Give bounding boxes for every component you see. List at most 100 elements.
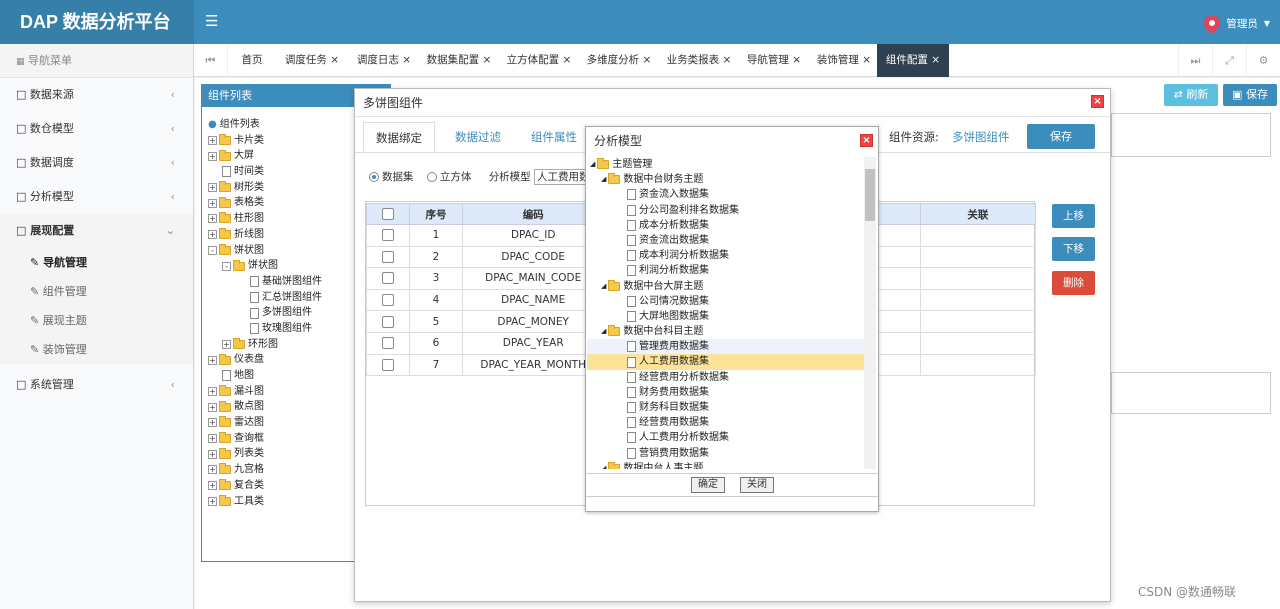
cell-relation[interactable] bbox=[919, 331, 1037, 355]
tab-schedule-task[interactable]: 调度任务 × bbox=[280, 44, 344, 77]
row-checkbox[interactable] bbox=[382, 358, 395, 371]
sidebar-item-data-source[interactable]: □ 数据来源 ‹ bbox=[0, 78, 193, 112]
cell-relation[interactable] bbox=[919, 353, 1037, 377]
tree-leaf[interactable]: 营销费用数据集 bbox=[587, 446, 864, 461]
tree-node[interactable]: + 树形类 bbox=[208, 180, 322, 196]
tab-scroll-right-icon[interactable]: ⏭ bbox=[1178, 44, 1212, 77]
tree-leaf[interactable]: 公司情况数据集 bbox=[587, 294, 864, 309]
close-icon[interactable]: × bbox=[862, 54, 871, 66]
close-button[interactable]: 关闭 bbox=[740, 477, 774, 493]
row-checkbox[interactable] bbox=[382, 272, 395, 285]
radio-cube[interactable] bbox=[426, 172, 437, 182]
modal-close-icon[interactable]: × bbox=[1091, 95, 1104, 108]
scrollbar-thumb[interactable] bbox=[865, 169, 875, 221]
sidebar-item-warehouse[interactable]: □ 数仓模型 ‹ bbox=[0, 112, 193, 146]
tree-leaf[interactable]: 成本分析数据集 bbox=[587, 218, 864, 233]
close-icon[interactable]: × bbox=[643, 54, 652, 66]
tree-node[interactable]: 基础饼图组件 bbox=[208, 274, 322, 290]
tree-node[interactable]: + 大屏 bbox=[208, 148, 322, 164]
save-button[interactable]: ▣ 保存 bbox=[1223, 84, 1277, 106]
close-icon[interactable]: × bbox=[723, 54, 732, 66]
expand-icon[interactable]: + bbox=[208, 355, 217, 365]
expand-icon[interactable]: + bbox=[208, 151, 217, 161]
tree-node[interactable]: + 工具类 bbox=[208, 494, 322, 510]
row-checkbox[interactable] bbox=[382, 250, 395, 263]
tree-node[interactable]: + 复合类 bbox=[208, 478, 322, 494]
tree-leaf-selected[interactable]: 人工费用数据集 bbox=[587, 354, 864, 370]
tree-node[interactable]: 玫瑰图组件 bbox=[208, 321, 322, 337]
tab-decor-manage[interactable]: 装饰管理 × bbox=[812, 44, 876, 77]
tree-node[interactable]: 地图 bbox=[208, 368, 322, 384]
confirm-button[interactable]: 确定 bbox=[691, 477, 725, 493]
tree-leaf[interactable]: 利润分析数据集 bbox=[587, 263, 864, 278]
tree-leaf[interactable]: 资金流入数据集 bbox=[587, 187, 864, 202]
close-icon[interactable]: × bbox=[402, 54, 411, 66]
move-down-button[interactable]: 下移 bbox=[1052, 237, 1095, 261]
cell-relation[interactable] bbox=[919, 310, 1037, 333]
tree-leaf[interactable]: 大屏地图数据集 bbox=[587, 309, 864, 324]
tree-node[interactable]: ◢ 主题管理 bbox=[587, 157, 864, 172]
tree-leaf[interactable]: 成本利润分析数据集 bbox=[587, 248, 864, 263]
tab-schedule-log[interactable]: 调度日志 × bbox=[352, 44, 416, 77]
expand-icon[interactable]: + bbox=[208, 387, 217, 397]
tree-node[interactable]: - 饼状图 bbox=[208, 243, 322, 259]
tree-node[interactable]: + 仪表盘 bbox=[208, 352, 322, 368]
sidebar-sub-component-manage[interactable]: ✎ 组件管理 bbox=[0, 277, 193, 306]
tree-node[interactable]: ◢ 数据中台科目主题 bbox=[587, 324, 864, 339]
tree-node[interactable]: + 折线图 bbox=[208, 227, 322, 243]
collapse-icon[interactable]: - bbox=[222, 261, 231, 271]
close-icon[interactable]: × bbox=[931, 54, 940, 66]
tree-leaf[interactable]: 经营费用数据集 bbox=[587, 415, 864, 430]
expand-icon[interactable]: + bbox=[208, 214, 217, 224]
menu-toggle-icon[interactable]: ☰ bbox=[205, 12, 218, 30]
refresh-button[interactable]: ⇄ 刷新 bbox=[1164, 84, 1218, 106]
tree-leaf[interactable]: 财务科目数据集 bbox=[587, 400, 864, 415]
fullscreen-icon[interactable]: ⤢ bbox=[1212, 44, 1246, 77]
gear-icon[interactable]: ⚙ bbox=[1246, 44, 1280, 77]
tree-node[interactable]: + 雷达图 bbox=[208, 415, 322, 431]
expand-icon[interactable]: + bbox=[208, 449, 217, 459]
tab-cube-config[interactable]: 立方体配置 × bbox=[502, 44, 576, 77]
delete-button[interactable]: 删除 bbox=[1052, 271, 1095, 295]
expand-icon[interactable]: + bbox=[208, 481, 217, 491]
expand-icon[interactable]: + bbox=[208, 402, 217, 412]
row-checkbox[interactable] bbox=[382, 337, 395, 350]
dialog-close-icon[interactable]: × bbox=[860, 134, 873, 147]
row-checkbox[interactable] bbox=[382, 315, 395, 328]
sidebar-item-system[interactable]: □ 系统管理 ‹ bbox=[0, 368, 193, 402]
modal-save-button[interactable]: 保存 bbox=[1027, 124, 1095, 149]
expand-icon[interactable]: + bbox=[208, 496, 217, 506]
tree-leaf[interactable]: 经营费用分析数据集 bbox=[587, 370, 864, 385]
tab-dataset-config[interactable]: 数据集配置 × bbox=[422, 44, 496, 77]
close-icon[interactable]: × bbox=[330, 54, 339, 66]
radio-dataset[interactable] bbox=[369, 172, 379, 182]
tree-node[interactable]: + 漏斗图 bbox=[208, 384, 322, 400]
expand-icon[interactable]: + bbox=[208, 183, 217, 193]
tree-node[interactable]: + 环形图 bbox=[208, 337, 322, 353]
tab-scroll-left-icon[interactable]: ⏮ bbox=[194, 44, 228, 77]
tree-leaf[interactable]: 分公司盈利排名数据集 bbox=[587, 203, 864, 218]
tree-node[interactable]: - 饼状图 bbox=[208, 258, 322, 274]
expand-icon[interactable]: + bbox=[208, 198, 217, 208]
tree-node[interactable]: + 表格类 bbox=[208, 195, 322, 211]
collapse-icon[interactable]: - bbox=[208, 245, 217, 255]
tree-node[interactable]: ◢ 数据中台财务主题 bbox=[587, 172, 864, 187]
cell-relation[interactable] bbox=[919, 288, 1037, 312]
move-up-button[interactable]: 上移 bbox=[1052, 204, 1095, 228]
expand-icon[interactable]: + bbox=[208, 465, 217, 475]
close-icon[interactable]: × bbox=[483, 54, 492, 66]
tab-component-props[interactable]: 组件属性 bbox=[519, 122, 589, 152]
tree-node[interactable]: + 散点图 bbox=[208, 399, 322, 415]
tab-multidim[interactable]: 多维度分析 × bbox=[582, 44, 656, 77]
cell-relation[interactable] bbox=[919, 245, 1037, 269]
select-all-checkbox[interactable] bbox=[382, 208, 395, 220]
tab-component-config[interactable]: 组件配置 × bbox=[877, 44, 949, 77]
tree-node[interactable]: ◢ 数据中台大屏主题 bbox=[587, 279, 864, 294]
tree-leaf[interactable]: 资金流出数据集 bbox=[587, 233, 864, 248]
expand-icon[interactable]: + bbox=[222, 339, 231, 349]
user-menu[interactable]: 管理员 ▼ bbox=[1201, 11, 1270, 35]
tree-node[interactable]: 时间类 bbox=[208, 164, 322, 180]
tree-node[interactable]: + 柱形图 bbox=[208, 211, 322, 227]
cell-relation[interactable] bbox=[919, 224, 1037, 247]
tree-leaf[interactable]: 管理费用数据集 bbox=[587, 339, 864, 355]
